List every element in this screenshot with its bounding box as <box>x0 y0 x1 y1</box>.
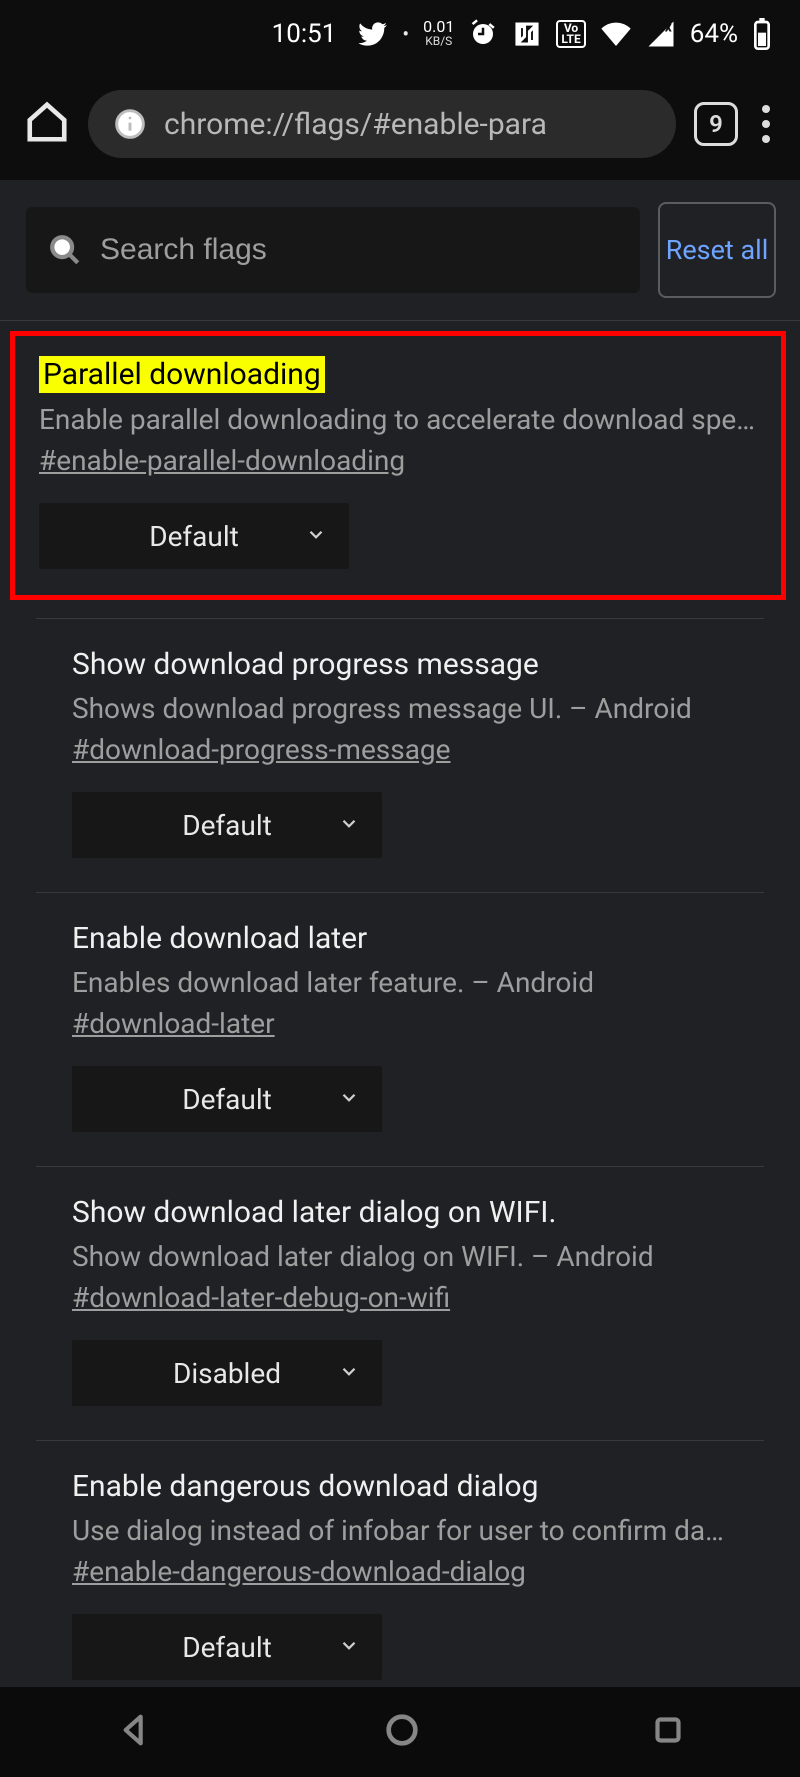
chevron-down-icon <box>338 809 360 842</box>
url-text: chrome://flags/#enable-para <box>164 107 547 142</box>
chevron-down-icon <box>305 520 327 553</box>
flag-select-value: Disabled <box>173 1357 281 1390</box>
flag-select-value: Default <box>182 809 272 842</box>
back-button[interactable] <box>114 1710 154 1754</box>
chevron-down-icon <box>338 1083 360 1116</box>
network-speed: 0.01 KB/S <box>423 20 454 48</box>
search-input[interactable] <box>100 233 618 267</box>
flag-title: Show download later dialog on WIFI. <box>72 1195 556 1230</box>
twitter-icon <box>358 19 388 49</box>
flags-page: Reset all Parallel downloading Enable pa… <box>0 180 800 1714</box>
wifi-icon <box>600 18 632 50</box>
flag-select-value: Default <box>182 1631 272 1664</box>
alarm-icon <box>468 19 498 49</box>
flag-select[interactable]: Default <box>72 1614 382 1680</box>
flag-description: Enables download later feature. – Androi… <box>72 966 728 999</box>
status-bar: 10:51 • 0.01 KB/S VoLTE x 64% <box>0 0 800 68</box>
chevron-down-icon <box>338 1631 360 1664</box>
flag-description: Show download later dialog on WIFI. – An… <box>72 1240 728 1273</box>
search-row: Reset all <box>0 180 800 321</box>
svg-text:x: x <box>664 20 671 36</box>
signal-icon: x <box>646 19 676 49</box>
flag-hash-link[interactable]: #download-progress-message <box>72 733 451 766</box>
flag-title: Enable download later <box>72 921 367 956</box>
recent-apps-button[interactable] <box>650 1712 686 1752</box>
flag-select-value: Default <box>149 520 239 553</box>
flag-item: Show download later dialog on WIFI. Show… <box>36 1167 764 1441</box>
flag-item: Enable dangerous download dialog Use dia… <box>36 1441 764 1714</box>
flag-description: Enable parallel downloading to accelerat… <box>39 403 757 436</box>
flag-select[interactable]: Default <box>72 1066 382 1132</box>
status-time: 10:51 <box>272 19 337 49</box>
search-icon <box>48 233 82 267</box>
flag-select-value: Default <box>182 1083 272 1116</box>
nfc-icon <box>512 19 542 49</box>
url-bar[interactable]: chrome://flags/#enable-para <box>88 90 676 158</box>
chevron-down-icon <box>338 1357 360 1390</box>
home-icon[interactable] <box>24 99 70 149</box>
notification-dot-icon: • <box>402 22 409 46</box>
flag-select[interactable]: Default <box>72 792 382 858</box>
home-button[interactable] <box>382 1710 422 1754</box>
flags-list: Parallel downloading Enable parallel dow… <box>0 331 800 1714</box>
battery-percent: 64% <box>690 19 738 49</box>
menu-button[interactable] <box>756 105 776 143</box>
android-nav-bar <box>0 1687 800 1777</box>
flag-hash-link[interactable]: #enable-dangerous-download-dialog <box>72 1555 526 1588</box>
flag-description: Shows download progress message UI. – An… <box>72 692 728 725</box>
flag-item: Show download progress message Shows dow… <box>36 619 764 893</box>
battery-icon <box>752 18 772 50</box>
flag-select[interactable]: Disabled <box>72 1340 382 1406</box>
tab-switcher[interactable]: 9 <box>694 102 738 146</box>
flag-title: Parallel downloading <box>39 356 325 393</box>
flag-item: Parallel downloading Enable parallel dow… <box>10 331 786 600</box>
flag-hash-link[interactable]: #download-later-debug-on-wifi <box>72 1281 450 1314</box>
flag-item: Enable download later Enables download l… <box>36 893 764 1167</box>
flag-title: Enable dangerous download dialog <box>72 1469 538 1504</box>
flag-select[interactable]: Default <box>39 503 349 569</box>
flag-title: Show download progress message <box>72 647 539 682</box>
flag-hash-link[interactable]: #download-later <box>72 1007 275 1040</box>
info-icon <box>114 108 146 140</box>
reset-all-label: Reset all <box>666 232 769 268</box>
browser-toolbar: chrome://flags/#enable-para 9 <box>0 68 800 180</box>
tab-count: 9 <box>709 110 723 138</box>
search-box[interactable] <box>26 207 640 293</box>
flag-hash-link[interactable]: #enable-parallel-downloading <box>39 444 405 477</box>
reset-all-button[interactable]: Reset all <box>658 202 776 298</box>
volte-icon: VoLTE <box>556 20 585 48</box>
flag-description: Use dialog instead of infobar for user t… <box>72 1514 728 1547</box>
